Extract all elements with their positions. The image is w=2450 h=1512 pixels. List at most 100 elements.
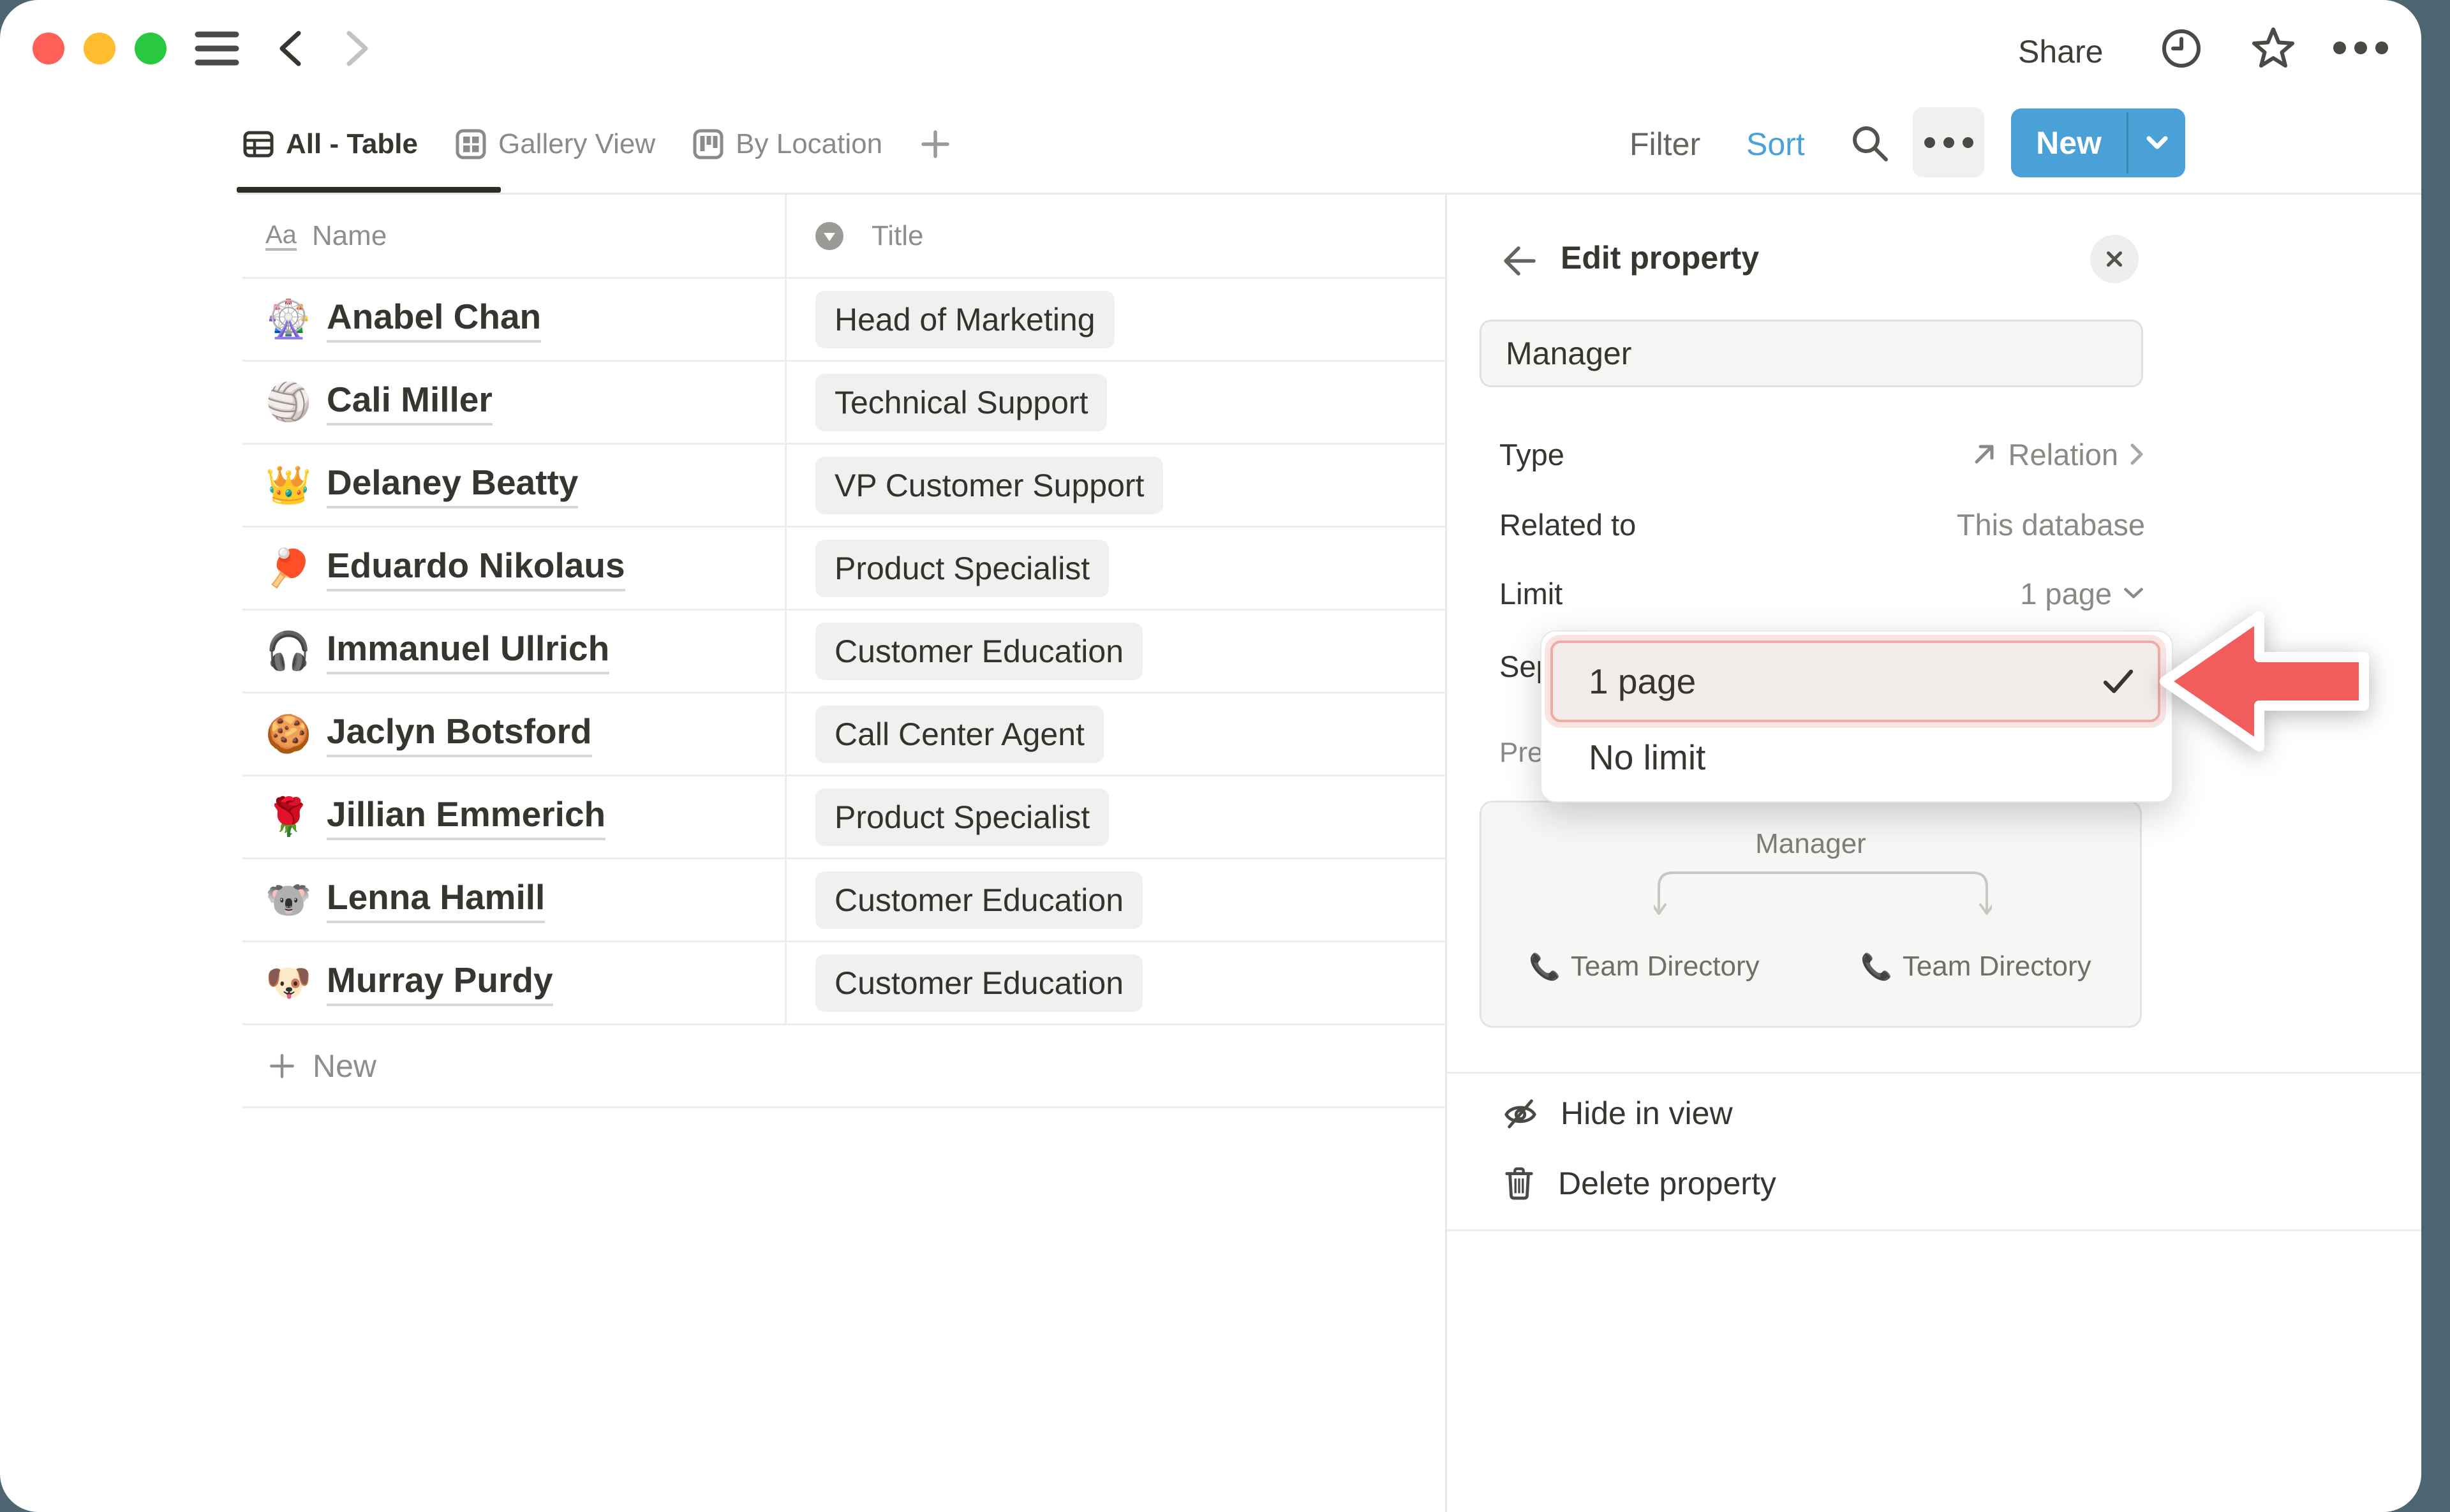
page-emoji: 🏐: [265, 384, 311, 421]
name-cell[interactable]: 🎡Anabel Chan: [242, 296, 785, 343]
table-header-row: Aa Name Title: [242, 195, 1445, 279]
panel-back-icon[interactable]: [1502, 243, 1538, 279]
plus-icon: [268, 1052, 296, 1080]
title-cell[interactable]: Technical Support: [785, 374, 1445, 431]
title-cell[interactable]: Product Specialist: [785, 540, 1445, 597]
property-row-related-to[interactable]: Related to This database: [1499, 494, 2145, 555]
hide-in-view-button[interactable]: Hide in view: [1503, 1086, 1733, 1140]
share-button[interactable]: Share: [2018, 31, 2103, 73]
page-emoji: 🎡: [265, 301, 311, 338]
close-icon: [2104, 248, 2125, 270]
name-cell[interactable]: 🏓Eduardo Nikolaus: [242, 545, 785, 591]
table-row: 🎡Anabel Chan Head of Marketing: [242, 279, 1445, 362]
property-name-input[interactable]: [1480, 320, 2143, 387]
relation-preview: Manager 📞 Team Directory 📞 Team Director…: [1480, 801, 2142, 1028]
new-button[interactable]: New: [2011, 108, 2185, 177]
sort-button[interactable]: Sort: [1746, 96, 1805, 193]
limit-dropdown-menu: 1 page No limit: [1540, 630, 2173, 803]
history-clock-icon[interactable]: [2160, 27, 2202, 70]
new-dropdown-button[interactable]: [2128, 108, 2185, 177]
panel-close-button[interactable]: [2090, 235, 2139, 283]
page-emoji: 🍪: [265, 716, 311, 753]
name-cell[interactable]: 🏐Cali Miller: [242, 379, 785, 426]
checkmark-icon: [2102, 668, 2135, 695]
column-header-name[interactable]: Aa Name: [242, 220, 785, 252]
forward-arrow-icon[interactable]: [334, 28, 375, 69]
dropdown-option-1-page[interactable]: 1 page: [1550, 641, 2160, 722]
filter-button[interactable]: Filter: [1630, 96, 1700, 193]
title-cell[interactable]: Customer Education: [785, 623, 1445, 680]
text-property-icon: Aa: [265, 221, 297, 251]
title-cell[interactable]: Product Specialist: [785, 789, 1445, 846]
table-row: 🏓Eduardo Nikolaus Product Specialist: [242, 528, 1445, 611]
property-row-limit[interactable]: Limit 1 page: [1499, 563, 2145, 624]
add-view-plus-icon[interactable]: [919, 128, 951, 160]
name-cell[interactable]: 🍪Jaclyn Botsford: [242, 711, 785, 757]
column-header-title[interactable]: Title: [785, 220, 1445, 252]
phone-icon: 📞: [1529, 952, 1561, 982]
table-row: 🏐Cali Miller Technical Support: [242, 362, 1445, 445]
preview-root-label: Manager: [1481, 828, 2140, 860]
gallery-view-icon: [455, 128, 487, 160]
active-tab-underline: [237, 187, 501, 193]
chevron-down-icon: [2122, 586, 2145, 601]
view-tabs: All - Table Gallery View By Location: [242, 96, 951, 193]
relation-arrow-icon: [1970, 440, 1998, 468]
back-arrow-icon[interactable]: [273, 28, 314, 69]
more-options-icon[interactable]: [2330, 38, 2391, 57]
name-cell[interactable]: 🎧Immanuel Ullrich: [242, 628, 785, 674]
table-row: 🍪Jaclyn Botsford Call Center Agent: [242, 693, 1445, 776]
new-button-label[interactable]: New: [2011, 108, 2127, 177]
eye-slash-icon: [1503, 1096, 1538, 1130]
name-cell[interactable]: 🐶Murray Purdy: [242, 960, 785, 1006]
table-row: 🎧Immanuel Ullrich Customer Education: [242, 611, 1445, 693]
table-row: 🐨Lenna Hamill Customer Education: [242, 859, 1445, 942]
table-view-icon: [242, 128, 274, 160]
tab-by-location[interactable]: By Location: [692, 128, 882, 160]
board-view-icon: [692, 128, 724, 160]
window-minimize-button[interactable]: [84, 33, 115, 64]
favorite-star-icon[interactable]: [2251, 26, 2296, 70]
title-cell[interactable]: VP Customer Support: [785, 457, 1445, 514]
page-emoji: 🏓: [265, 550, 311, 587]
panel-title: Edit property: [1561, 239, 1759, 276]
page-emoji: 👑: [265, 467, 311, 504]
panel-divider: [1447, 1072, 2421, 1074]
page-emoji: 🐶: [265, 965, 311, 1002]
page-emoji: 🎧: [265, 633, 311, 670]
tab-all-table[interactable]: All - Table: [242, 128, 418, 160]
name-cell[interactable]: 🐨Lenna Hamill: [242, 877, 785, 923]
app-window: Share All - Table Gallery View: [0, 0, 2421, 1512]
annotation-arrow-icon: [2158, 610, 2370, 753]
view-options-button[interactable]: [1913, 107, 1984, 177]
new-row-button[interactable]: New: [242, 1025, 1445, 1108]
tab-label: By Location: [736, 128, 882, 160]
preview-related-page: 📞 Team Directory: [1529, 951, 1760, 982]
name-cell[interactable]: 🌹Jillian Emmerich: [242, 794, 785, 840]
title-cell[interactable]: Head of Marketing: [785, 291, 1445, 348]
phone-icon: 📞: [1860, 952, 1892, 982]
title-cell[interactable]: Call Center Agent: [785, 706, 1445, 763]
tab-label: Gallery View: [498, 128, 655, 160]
select-property-icon: [815, 222, 843, 250]
page-emoji: 🌹: [265, 799, 311, 836]
search-icon[interactable]: [1849, 122, 1891, 165]
name-cell[interactable]: 👑Delaney Beatty: [242, 462, 785, 508]
trash-icon: [1503, 1166, 1535, 1201]
hamburger-menu-icon[interactable]: [195, 30, 239, 67]
chevron-right-icon: [2128, 441, 2145, 467]
window-close-button[interactable]: [33, 33, 64, 64]
property-row-type[interactable]: Type Relation: [1499, 424, 2145, 485]
table-row: 🌹Jillian Emmerich Product Specialist: [242, 776, 1445, 859]
title-cell[interactable]: Customer Education: [785, 871, 1445, 929]
delete-property-button[interactable]: Delete property: [1503, 1157, 1776, 1210]
title-cell[interactable]: Customer Education: [785, 954, 1445, 1012]
tab-label: All - Table: [286, 128, 418, 160]
table-row: 🐶Murray Purdy Customer Education: [242, 942, 1445, 1025]
chevron-down-icon: [2144, 135, 2170, 151]
window-zoom-button[interactable]: [135, 33, 167, 64]
relation-bracket-lines: [1654, 868, 1992, 931]
tab-gallery-view[interactable]: Gallery View: [455, 128, 655, 160]
dropdown-option-no-limit[interactable]: No limit: [1550, 722, 2160, 792]
edit-property-panel: Edit property Type Relation Related to T…: [1445, 195, 2421, 1512]
